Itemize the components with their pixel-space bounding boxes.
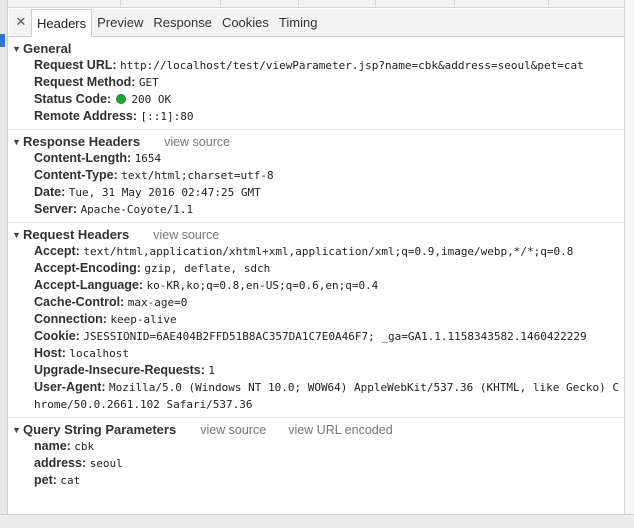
request-headers-section: ▼ Request Headers view source Accept: te… xyxy=(9,223,624,418)
header-value: Tue, 31 May 2016 02:47:25 GMT xyxy=(68,186,261,199)
header-row: Content-Type: text/html;charset=utf-8 xyxy=(9,167,624,184)
header-key: Content-Type: xyxy=(34,168,122,182)
header-value: ko-KR,ko;q=0.8,en-US;q=0.6,en;q=0.4 xyxy=(146,279,379,292)
header-value: gzip, deflate, sdch xyxy=(144,262,271,275)
param-row: name: cbk xyxy=(9,438,624,455)
general-section-header[interactable]: ▼ General xyxy=(9,40,624,57)
header-key: Connection: xyxy=(34,312,111,326)
header-key: Cookie: xyxy=(34,329,84,343)
header-key: Cache-Control: xyxy=(34,295,128,309)
tab-timing[interactable]: Timing xyxy=(274,9,323,36)
tab-cookies[interactable]: Cookies xyxy=(217,9,274,36)
header-row: Content-Length: 1654 xyxy=(9,150,624,167)
header-value: 1654 xyxy=(134,152,162,165)
header-value: JSESSIONID=6AE404B2FFD51B8AC357DA1C7E0A4… xyxy=(83,330,587,343)
header-key: Accept: xyxy=(34,244,84,258)
status-ok-icon xyxy=(115,94,126,104)
view-url-encoded-link[interactable]: view URL encoded xyxy=(288,423,392,437)
header-key: Request Method: xyxy=(34,75,139,89)
tab-bar: ✕ Headers Preview Response Cookies Timin… xyxy=(9,9,624,37)
param-key: pet: xyxy=(34,473,61,487)
header-key: User-Agent: xyxy=(34,380,110,394)
section-title: Query String Parameters xyxy=(23,422,177,437)
header-key: Accept-Encoding: xyxy=(34,261,145,275)
request-list-edge xyxy=(8,0,624,8)
header-value: Apache-Coyote/1.1 xyxy=(80,203,194,216)
header-key: Server: xyxy=(34,202,81,216)
param-key: address: xyxy=(34,456,90,470)
header-value: keep-alive xyxy=(110,313,177,326)
header-row: Remote Address: [::1]:80 xyxy=(9,108,624,125)
header-row: Upgrade-Insecure-Requests: 1 xyxy=(9,362,624,379)
header-row: Request URL: http://localhost/test/viewP… xyxy=(9,57,624,74)
section-title: General xyxy=(23,41,72,56)
vertical-scrollbar[interactable] xyxy=(624,0,634,528)
view-source-link[interactable]: view source xyxy=(164,135,230,149)
tab-headers[interactable]: Headers xyxy=(31,9,93,37)
close-icon[interactable]: ✕ xyxy=(11,9,31,36)
header-row: Accept-Language: ko-KR,ko;q=0.8,en-US;q=… xyxy=(9,277,624,294)
request-headers-section-header[interactable]: ▼ Request Headers view source xyxy=(9,226,624,243)
header-value: 200 OK xyxy=(131,93,172,106)
param-value: cbk xyxy=(74,440,95,453)
header-key: Request URL: xyxy=(34,58,121,72)
header-key: Status Code: xyxy=(34,92,115,106)
header-row: Status Code: 200 OK xyxy=(9,91,624,108)
header-row: Cache-Control: max-age=0 xyxy=(9,294,624,311)
header-key: Upgrade-Insecure-Requests: xyxy=(34,363,209,377)
collapse-triangle-icon: ▼ xyxy=(12,229,21,240)
section-title: Request Headers xyxy=(23,227,130,242)
header-value: text/html,application/xhtml+xml,applicat… xyxy=(83,245,574,258)
header-row: Accept-Encoding: gzip, deflate, sdch xyxy=(9,260,624,277)
header-value: GET xyxy=(138,76,159,89)
header-value: [::1]:80 xyxy=(140,110,194,123)
header-key: Date: xyxy=(34,185,69,199)
param-value: seoul xyxy=(89,457,123,470)
selected-request-marker xyxy=(0,34,5,47)
header-row: Host: localhost xyxy=(9,345,624,362)
header-key: Remote Address: xyxy=(34,109,141,123)
header-key: Content-Length: xyxy=(34,151,135,165)
general-section: ▼ General Request URL: http://localhost/… xyxy=(9,37,624,130)
header-row: Accept: text/html,application/xhtml+xml,… xyxy=(9,243,624,260)
header-row: Date: Tue, 31 May 2016 02:47:25 GMT xyxy=(9,184,624,201)
tab-preview[interactable]: Preview xyxy=(92,9,148,36)
collapse-triangle-icon: ▼ xyxy=(12,424,21,435)
query-string-section-header[interactable]: ▼ Query String Parameters view source vi… xyxy=(9,421,624,438)
header-row: Server: Apache-Coyote/1.1 xyxy=(9,201,624,218)
param-row: pet: cat xyxy=(9,472,624,489)
header-value: http://localhost/test/viewParameter.jsp?… xyxy=(120,59,584,72)
tab-response[interactable]: Response xyxy=(148,9,217,36)
collapse-triangle-icon: ▼ xyxy=(12,136,21,147)
header-value: 1 xyxy=(208,364,215,377)
header-value: text/html;charset=utf-8 xyxy=(121,169,274,182)
header-key: Accept-Language: xyxy=(34,278,147,292)
header-value: Mozilla/5.0 (Windows NT 10.0; WOW64) App… xyxy=(34,381,619,411)
response-headers-section-header[interactable]: ▼ Response Headers view source xyxy=(9,133,624,150)
param-row: address: seoul xyxy=(9,455,624,472)
header-row: User-Agent: Mozilla/5.0 (Windows NT 10.0… xyxy=(9,379,624,413)
details-panel: ✕ Headers Preview Response Cookies Timin… xyxy=(9,9,624,514)
header-row: Cookie: JSESSIONID=6AE404B2FFD51B8AC357D… xyxy=(9,328,624,345)
header-row: Connection: keep-alive xyxy=(9,311,624,328)
left-dock-strip xyxy=(0,0,8,528)
section-title: Response Headers xyxy=(23,134,141,149)
response-headers-section: ▼ Response Headers view source Content-L… xyxy=(9,130,624,223)
query-string-section: ▼ Query String Parameters view source vi… xyxy=(9,418,624,493)
view-source-link[interactable]: view source xyxy=(153,228,219,242)
header-value: max-age=0 xyxy=(127,296,188,309)
header-row: Request Method: GET xyxy=(9,74,624,91)
status-bar xyxy=(0,514,634,528)
header-value: localhost xyxy=(69,347,130,360)
param-key: name: xyxy=(34,439,75,453)
view-source-link[interactable]: view source xyxy=(200,423,266,437)
collapse-triangle-icon: ▼ xyxy=(12,43,21,54)
param-value: cat xyxy=(60,474,81,487)
header-key: Host: xyxy=(34,346,70,360)
